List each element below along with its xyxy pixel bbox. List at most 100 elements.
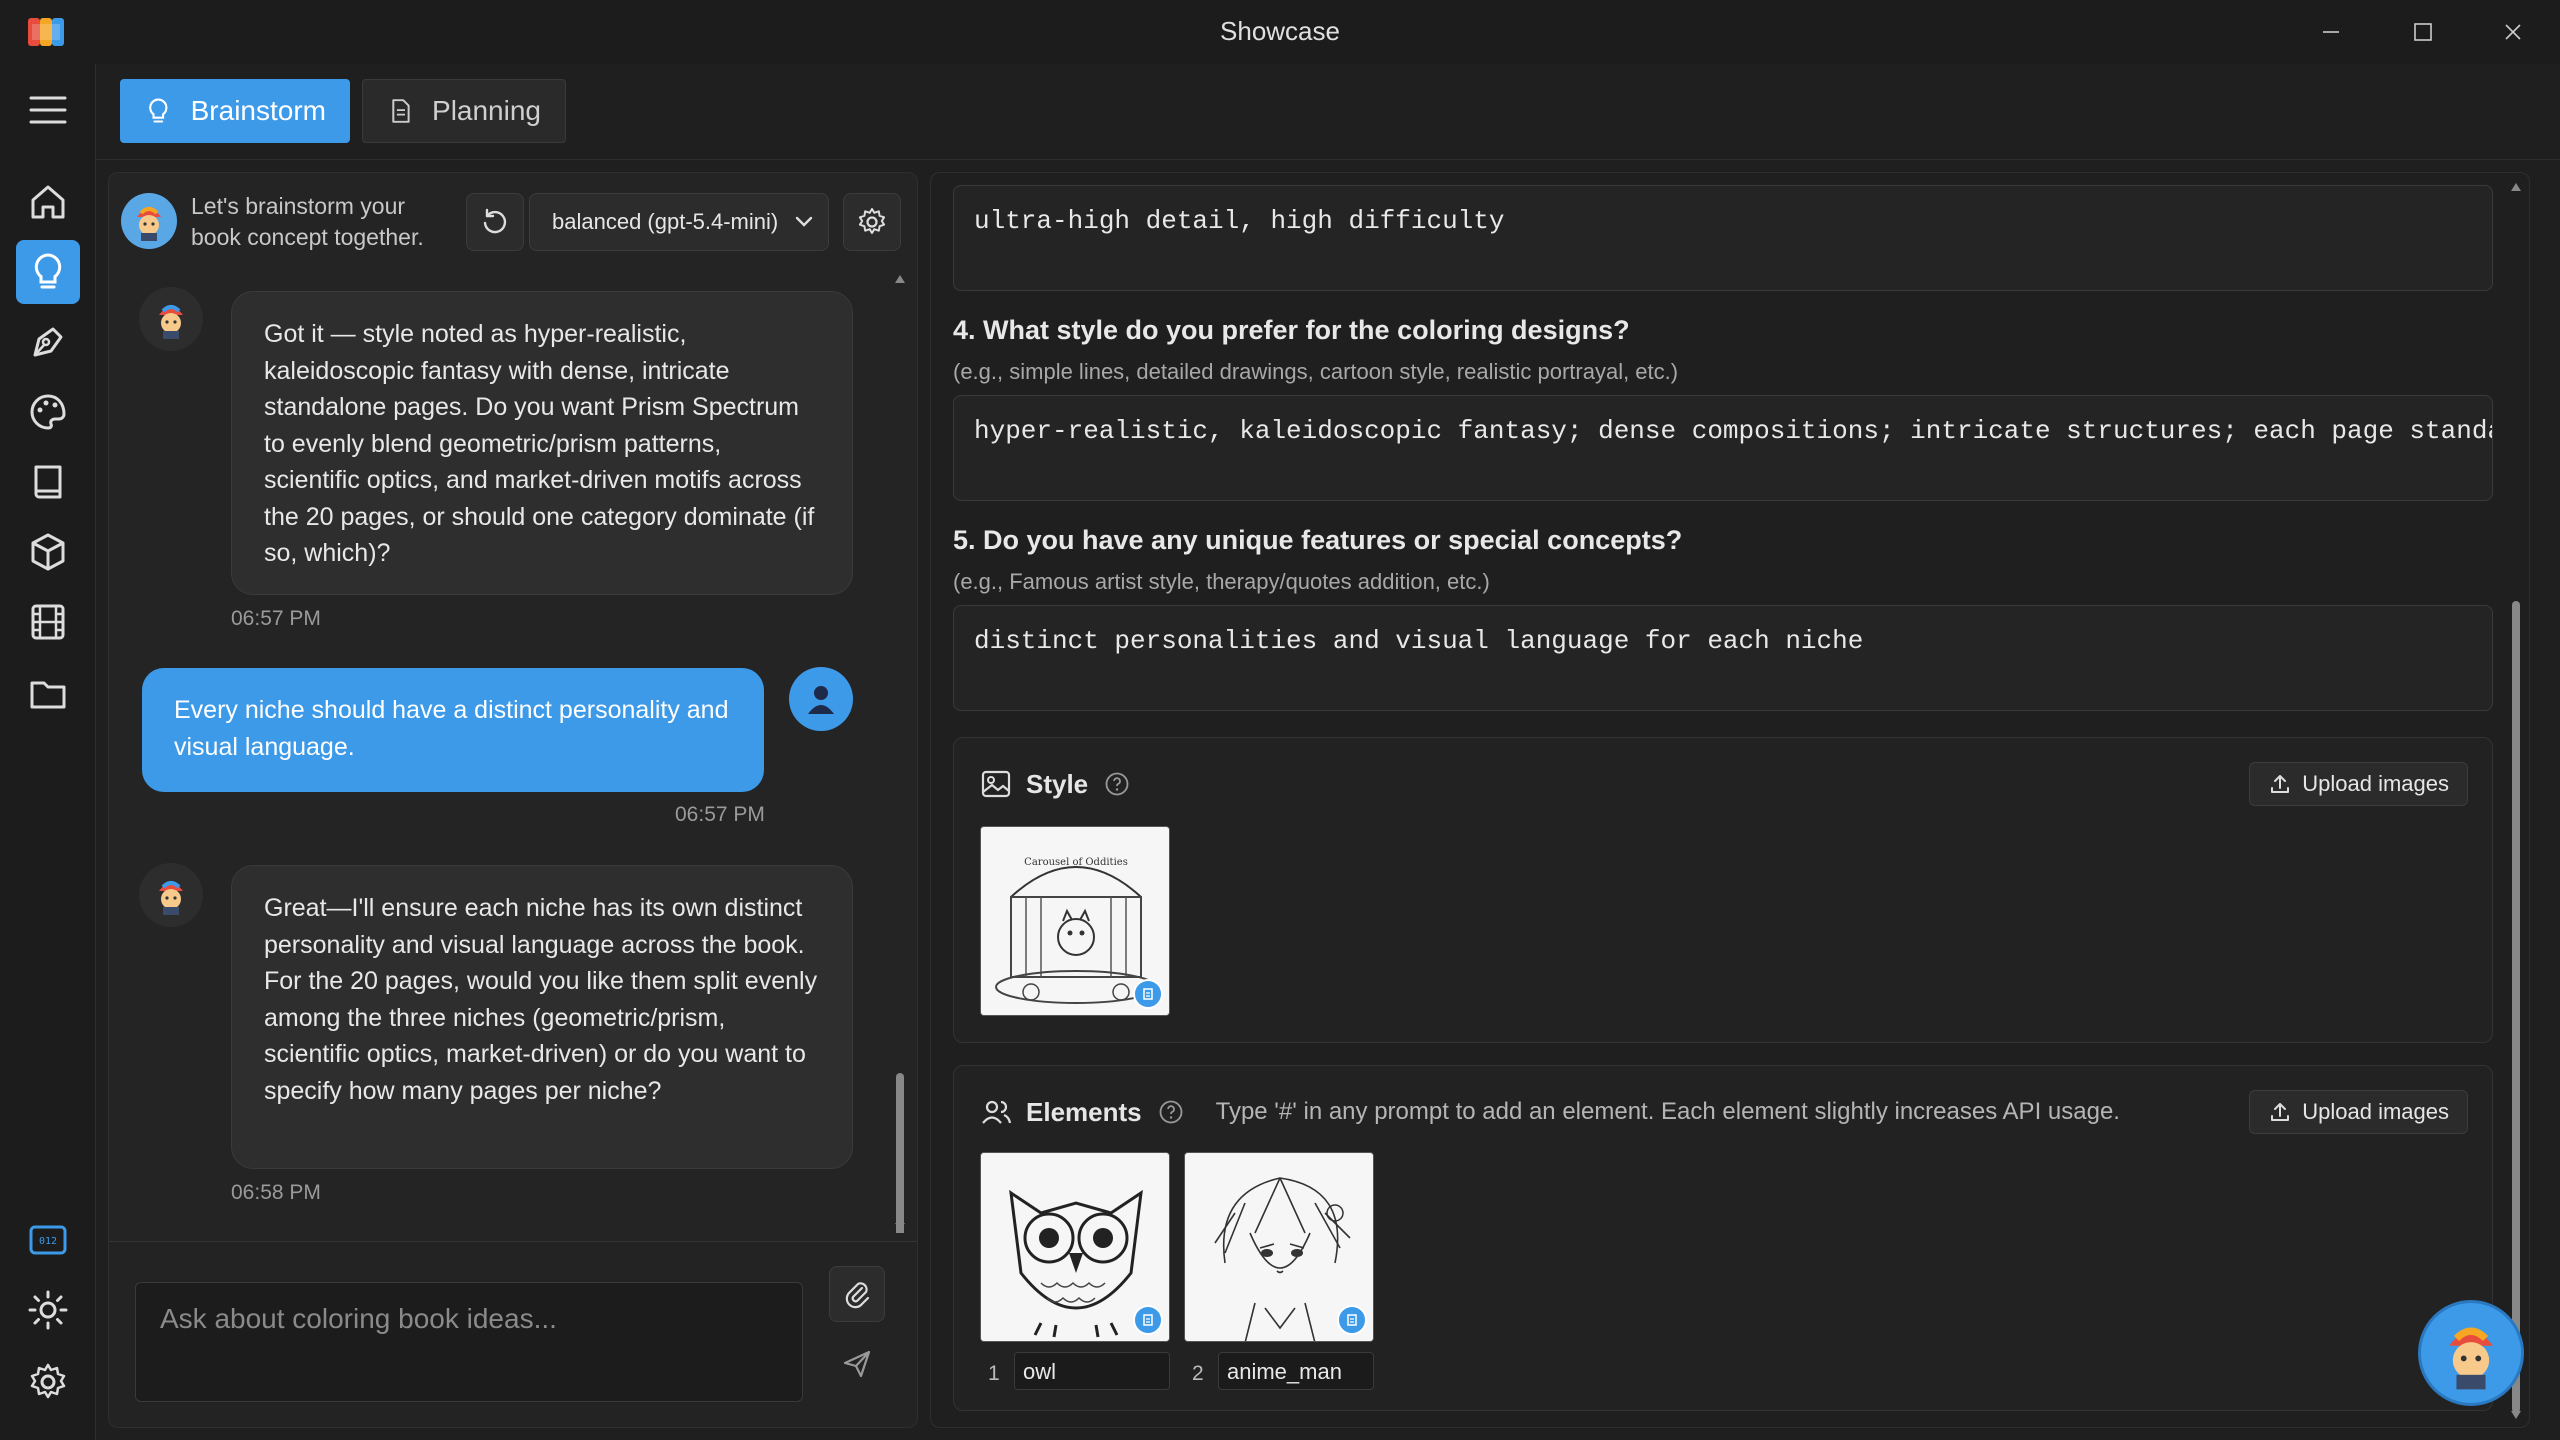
q3-answer-field[interactable]: ultra-high detail, high difficulty <box>953 185 2493 291</box>
send-icon <box>843 1350 871 1378</box>
top-tab-bar: Brainstorm Planning <box>96 64 2560 160</box>
document-icon <box>392 99 410 123</box>
chat-scrollbar[interactable] <box>891 273 909 1233</box>
doc-badge-icon <box>1337 1305 1367 1335</box>
refresh-icon <box>483 208 507 234</box>
message-timestamp: 06:57 PM <box>231 607 321 630</box>
element-thumbnail-owl[interactable] <box>980 1152 1170 1342</box>
close-icon <box>2505 24 2521 40</box>
elements-hint: Type '#' in any prompt to add an element… <box>1215 1098 2120 1125</box>
chat-panel: Let's brainstorm your book concept toget… <box>108 172 918 1428</box>
q4-answer-field[interactable]: hyper-realistic, kaleidoscopic fantasy; … <box>953 395 2493 501</box>
mascot-icon <box>159 881 183 915</box>
users-icon <box>982 1100 1012 1124</box>
tab-label: Planning <box>432 95 541 126</box>
model-select-value: balanced (gpt-5.4-mini) <box>552 209 779 234</box>
film-icon <box>31 604 65 640</box>
q5-hint: (e.g., Famous artist style, therapy/quot… <box>953 569 1490 594</box>
sidebar-item-settings[interactable] <box>16 1350 80 1414</box>
sidebar-item-colors[interactable] <box>16 380 80 444</box>
tab-brainstorm[interactable]: Brainstorm <box>120 79 350 143</box>
tab-label: Brainstorm <box>190 95 326 126</box>
chat-settings-button[interactable] <box>843 193 901 251</box>
element-thumbnail-anime-man[interactable] <box>1184 1152 1374 1342</box>
book-icon <box>34 465 62 499</box>
paperclip-icon <box>845 1282 870 1309</box>
clipped-label <box>953 173 2493 175</box>
chat-input-area <box>109 1241 917 1427</box>
style-card-title: Style <box>980 768 1144 800</box>
assistant-avatar <box>139 287 203 351</box>
upload-icon <box>2271 775 2290 793</box>
model-select[interactable]: balanced (gpt-5.4-mini) <box>529 193 829 251</box>
tab-planning[interactable]: Planning <box>362 79 566 143</box>
minimize-button[interactable] <box>2296 10 2366 54</box>
doc-badge-icon <box>1133 1305 1163 1335</box>
style-title-text: Style <box>1026 768 1089 799</box>
sidebar-menu-button[interactable] <box>16 78 80 142</box>
q5-answer-field[interactable]: distinct personalities and visual langua… <box>953 605 2493 711</box>
message-timestamp: 06:58 PM <box>231 1181 321 1204</box>
elements-card: Elements Type '#' in any prompt to add a… <box>953 1065 2493 1411</box>
window-title: Showcase <box>1220 16 1340 46</box>
help-icon[interactable] <box>1104 771 1130 797</box>
sidebar-item-files[interactable] <box>16 662 80 726</box>
user-message: Every niche should have a distinct perso… <box>142 668 764 792</box>
style-card: Style Upload images Carousel of Oddities <box>953 737 2493 1043</box>
elements-upload-button[interactable]: Upload images <box>2249 1090 2468 1134</box>
settings-icon <box>30 1363 66 1399</box>
sidebar-item-counter[interactable]: 012 <box>16 1208 80 1272</box>
sidebar-item-theme[interactable] <box>16 1278 80 1342</box>
element-name-field[interactable]: owl <box>1014 1352 1170 1390</box>
palette-icon <box>30 394 66 430</box>
doc-badge-icon <box>1133 979 1163 1009</box>
send-button[interactable] <box>835 1342 879 1386</box>
sidebar-item-home[interactable] <box>16 170 80 234</box>
q4-hint: (e.g., simple lines, detailed drawings, … <box>953 359 1679 384</box>
sidebar-item-package[interactable] <box>16 520 80 584</box>
sidebar: 012 <box>0 64 96 1440</box>
sidebar-item-media[interactable] <box>16 590 80 654</box>
lightbulb-icon <box>34 253 62 289</box>
user-avatar <box>789 667 853 731</box>
svg-text:Carousel of Oddities: Carousel of Oddities <box>1024 857 1128 868</box>
mascot-icon <box>2449 1327 2493 1390</box>
assistant-avatar <box>139 863 203 927</box>
attach-button[interactable] <box>829 1266 885 1322</box>
maximize-icon <box>2414 23 2432 41</box>
counter-icon: 012 <box>29 1225 67 1255</box>
elements-card-title: Elements Type '#' in any prompt to add a… <box>980 1096 2120 1128</box>
assistant-message: Got it — style noted as hyper-realistic,… <box>231 291 853 595</box>
message-timestamp: 06:57 PM <box>675 803 765 826</box>
menu-icon <box>29 96 67 124</box>
upload-icon <box>2271 1103 2290 1121</box>
upload-label: Upload images <box>2302 771 2449 796</box>
mascot-icon <box>159 305 183 339</box>
q5-title: 5. Do you have any unique features or sp… <box>953 525 1683 555</box>
sidebar-item-design[interactable] <box>16 310 80 374</box>
image-icon <box>981 770 1011 798</box>
form-scrollbar[interactable] <box>2503 173 2529 1428</box>
sun-icon <box>28 1290 68 1330</box>
maximize-button[interactable] <box>2388 10 2458 54</box>
upload-label: Upload images <box>2302 1099 2449 1124</box>
sidebar-item-book[interactable] <box>16 450 80 514</box>
help-icon[interactable] <box>1158 1099 1184 1125</box>
folder-icon <box>30 681 66 709</box>
assistant-message: Great—I'll ensure each niche has its own… <box>231 865 853 1169</box>
close-button[interactable] <box>2478 10 2548 54</box>
element-number: 1 <box>988 1362 1000 1385</box>
element-name-field[interactable]: anime_man <box>1218 1352 1374 1390</box>
sidebar-item-brainstorm[interactable] <box>16 240 80 304</box>
home-icon <box>31 185 65 219</box>
minimize-icon <box>2323 31 2339 33</box>
element-number: 2 <box>1192 1362 1204 1385</box>
assistant-fab-button[interactable] <box>2418 1300 2524 1406</box>
mascot-icon <box>137 207 161 241</box>
style-thumbnail[interactable]: Carousel of Oddities <box>980 826 1170 1016</box>
reset-chat-button[interactable] <box>466 193 524 251</box>
pen-tool-icon <box>33 327 63 357</box>
planning-form-panel: ultra-high detail, high difficulty 4. Wh… <box>930 172 2530 1428</box>
style-upload-button[interactable]: Upload images <box>2249 762 2468 806</box>
chat-input[interactable] <box>135 1282 803 1402</box>
